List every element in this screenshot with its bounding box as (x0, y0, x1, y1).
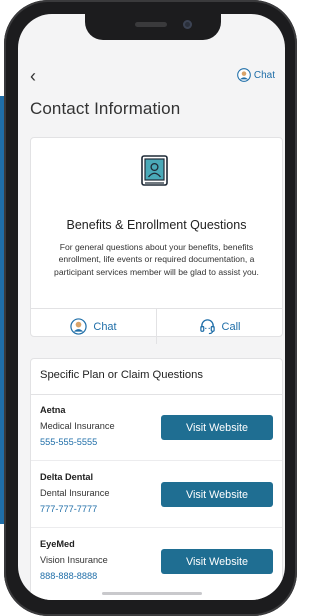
call-label: Call (221, 320, 241, 333)
benefits-card: Benefits & Enrollment Questions For gene… (30, 137, 283, 344)
plan-phone-link[interactable]: 555-555-5555 (40, 437, 97, 447)
header-chat-label: Chat (253, 69, 275, 81)
plan-row: Delta Dental Dental Insurance 777-777-77… (31, 462, 282, 528)
speaker-grille (135, 22, 167, 27)
top-bar: ‹ Chat (18, 64, 285, 90)
benefits-description: For general questions about your benefit… (54, 242, 259, 277)
plan-row: EyeMed Vision Insurance 888-888-8888 Vis… (31, 529, 282, 595)
chat-label: Chat (93, 320, 117, 333)
visit-website-button[interactable]: Visit Website (161, 482, 273, 507)
home-indicator[interactable] (102, 592, 202, 595)
front-camera (183, 20, 192, 29)
headset-icon (199, 319, 215, 335)
plan-row: Aetna Medical Insurance 555-555-5555 Vis… (31, 395, 282, 461)
plan-type: Medical Insurance (40, 421, 115, 431)
chat-agent-icon (70, 318, 88, 335)
plan-phone-link[interactable]: 777-777-7777 (40, 504, 97, 514)
call-button[interactable]: Call (156, 309, 282, 344)
chat-button[interactable]: Chat (31, 309, 156, 344)
app-screen: ‹ Chat Contact Information Benefits & En… (18, 14, 285, 600)
visit-website-button[interactable]: Visit Website (161, 549, 273, 574)
phone-notch (85, 14, 221, 40)
back-button[interactable]: ‹ (30, 67, 36, 85)
plans-heading: Specific Plan or Claim Questions (31, 359, 282, 395)
header-chat-link[interactable]: Chat (237, 68, 275, 82)
visit-website-button[interactable]: Visit Website (161, 415, 273, 440)
plan-type: Vision Insurance (40, 555, 108, 565)
page-title: Contact Information (30, 99, 181, 118)
book-person-icon (141, 155, 168, 186)
plans-card: Specific Plan or Claim Questions Aetna M… (30, 358, 283, 600)
plan-phone-link[interactable]: 888-888-8888 (40, 571, 97, 581)
plan-name: Delta Dental (40, 472, 94, 482)
plan-type: Dental Insurance (40, 488, 110, 498)
chat-agent-icon (237, 68, 251, 82)
benefits-heading: Benefits & Enrollment Questions (66, 218, 247, 232)
plan-name: Aetna (40, 405, 66, 415)
contact-actions: Chat Call (31, 308, 282, 344)
plan-name: EyeMed (40, 539, 75, 549)
phone-frame: ‹ Chat Contact Information Benefits & En… (4, 0, 297, 616)
